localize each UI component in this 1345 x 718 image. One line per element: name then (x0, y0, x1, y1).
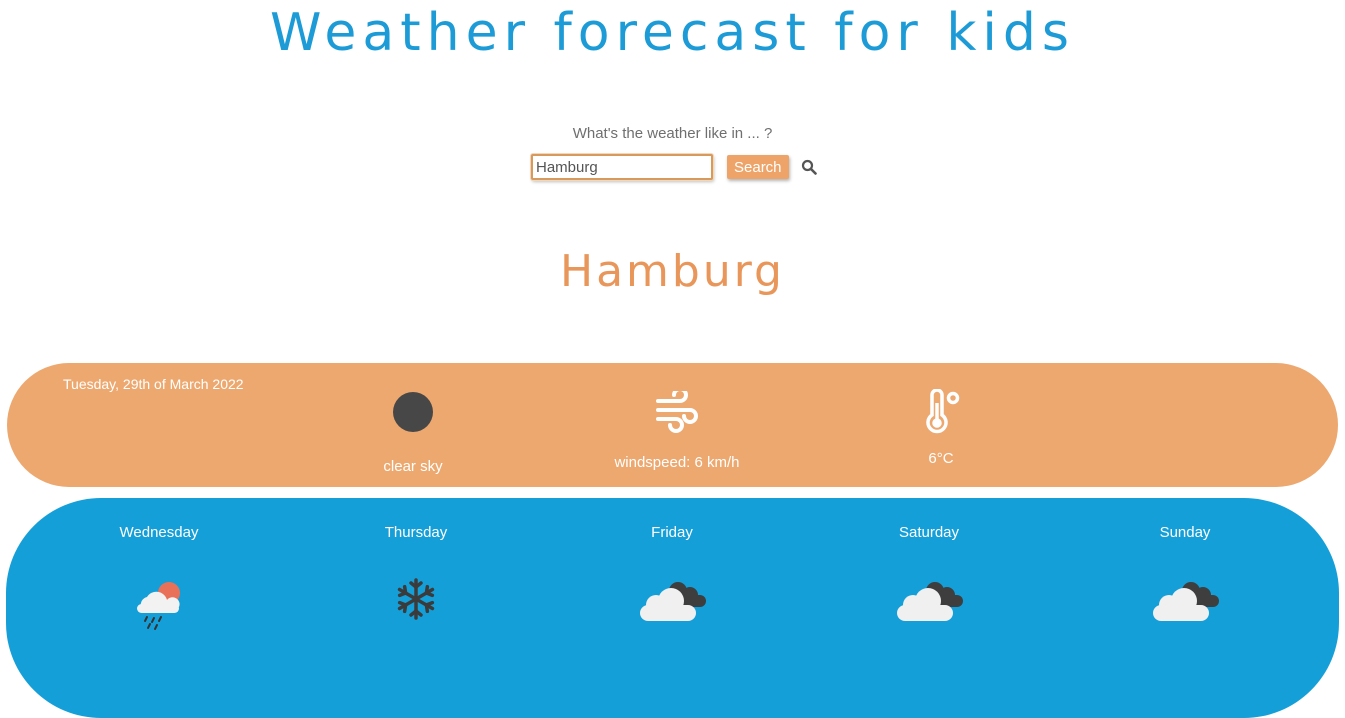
thermometer-icon (918, 387, 964, 440)
current-temperature: 6°C (856, 387, 1026, 467)
clear-sky-icon (392, 391, 434, 438)
city-name: Hamburg (560, 246, 785, 297)
current-condition: clear sky (328, 388, 498, 475)
cloudy-icon (636, 577, 708, 633)
current-weather-panel: Tuesday, 29th of March 2022 clear sky wi… (7, 363, 1338, 487)
wind-label: windspeed: 6 km/h (614, 454, 740, 471)
forecast-day: Sunday (1085, 524, 1285, 633)
forecast-panel: Wednesday Thursday Friday Saturday Sunda… (6, 498, 1339, 718)
forecast-day-name: Saturday (898, 524, 960, 541)
condition-label: clear sky (383, 458, 443, 475)
current-wind: windspeed: 6 km/h (592, 386, 762, 471)
current-date: Tuesday, 29th of March 2022 (63, 376, 244, 392)
forecast-day: Wednesday (59, 524, 259, 633)
search-prompt: What's the weather like in ... ? (572, 125, 773, 142)
forecast-day-name: Sunday (1159, 524, 1211, 541)
search-input[interactable] (531, 154, 713, 180)
forecast-day-name: Thursday (384, 524, 448, 541)
forecast-day: Thursday (316, 524, 516, 633)
temperature-label: 6°C (928, 450, 954, 467)
snowflake-icon (394, 577, 438, 633)
search-bar: Search (531, 153, 817, 181)
forecast-day-name: Wednesday (119, 524, 199, 541)
search-button[interactable]: Search (727, 155, 789, 179)
rain-sun-cloud-icon (131, 577, 187, 633)
page-title: Weather forecast for kids (270, 3, 1075, 63)
forecast-day: Friday (572, 524, 772, 633)
search-icon[interactable] (801, 159, 817, 175)
cloudy-icon (1149, 577, 1221, 633)
cloudy-icon (893, 577, 965, 633)
wind-icon (654, 386, 700, 438)
forecast-day-name: Friday (651, 524, 693, 541)
forecast-day: Saturday (829, 524, 1029, 633)
